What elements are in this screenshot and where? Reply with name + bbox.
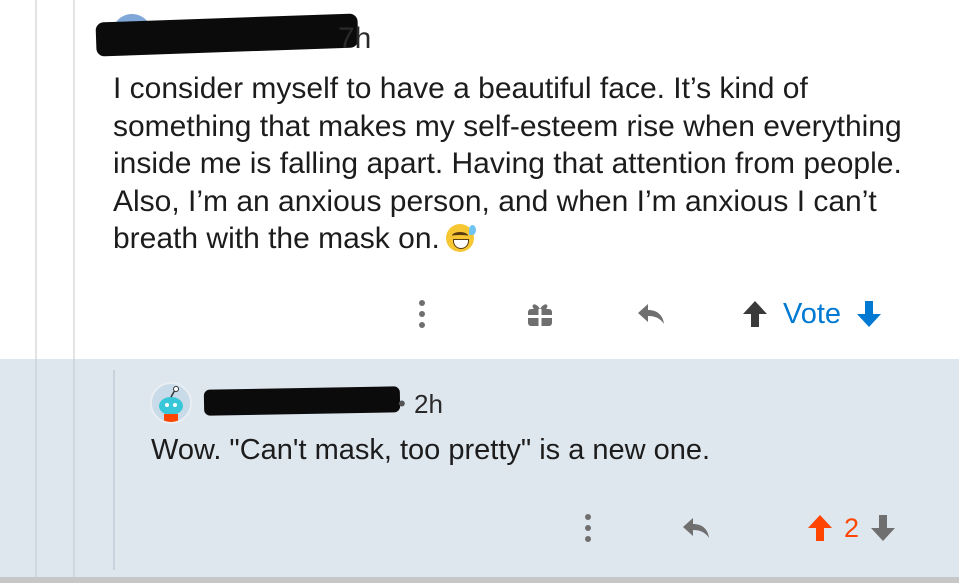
reply-comment-body: Wow. "Can't mask, too pretty" is a new o… bbox=[151, 434, 711, 466]
reply-action-bar: 2 bbox=[578, 508, 897, 548]
meta-separator: • bbox=[398, 391, 406, 416]
reply-arrow-icon[interactable] bbox=[633, 297, 669, 331]
reply-thread-line bbox=[113, 370, 115, 570]
sweat-smile-emoji bbox=[445, 224, 476, 252]
reply-thread-line-outer bbox=[35, 359, 37, 577]
gift-award-icon[interactable] bbox=[523, 297, 557, 331]
upvote-arrow-icon[interactable] bbox=[806, 511, 834, 545]
redacted-username-reply bbox=[203, 386, 401, 416]
thread-line-outer bbox=[35, 0, 37, 359]
avatar[interactable] bbox=[150, 382, 192, 424]
parent-comment-age: 7h bbox=[338, 22, 372, 55]
reply-thread-line-inner bbox=[73, 359, 75, 577]
vote-label: Vote bbox=[783, 297, 842, 330]
bottom-divider bbox=[0, 577, 959, 583]
reply-arrow-icon[interactable] bbox=[678, 511, 714, 545]
more-vertical-icon[interactable] bbox=[578, 510, 598, 546]
downvote-arrow-icon[interactable] bbox=[869, 511, 897, 545]
vote-score: 2 bbox=[844, 512, 860, 543]
parent-comment-text: I consider myself to have a beautiful fa… bbox=[113, 72, 902, 255]
downvote-arrow-icon[interactable] bbox=[855, 297, 883, 331]
thread-line-inner bbox=[73, 0, 75, 359]
upvote-arrow-icon[interactable] bbox=[741, 297, 769, 331]
parent-action-bar: Vote bbox=[412, 294, 883, 334]
more-vertical-icon[interactable] bbox=[412, 296, 432, 332]
reply-comment-age: 2h bbox=[414, 389, 443, 419]
parent-comment-body: I consider myself to have a beautiful fa… bbox=[113, 70, 933, 258]
